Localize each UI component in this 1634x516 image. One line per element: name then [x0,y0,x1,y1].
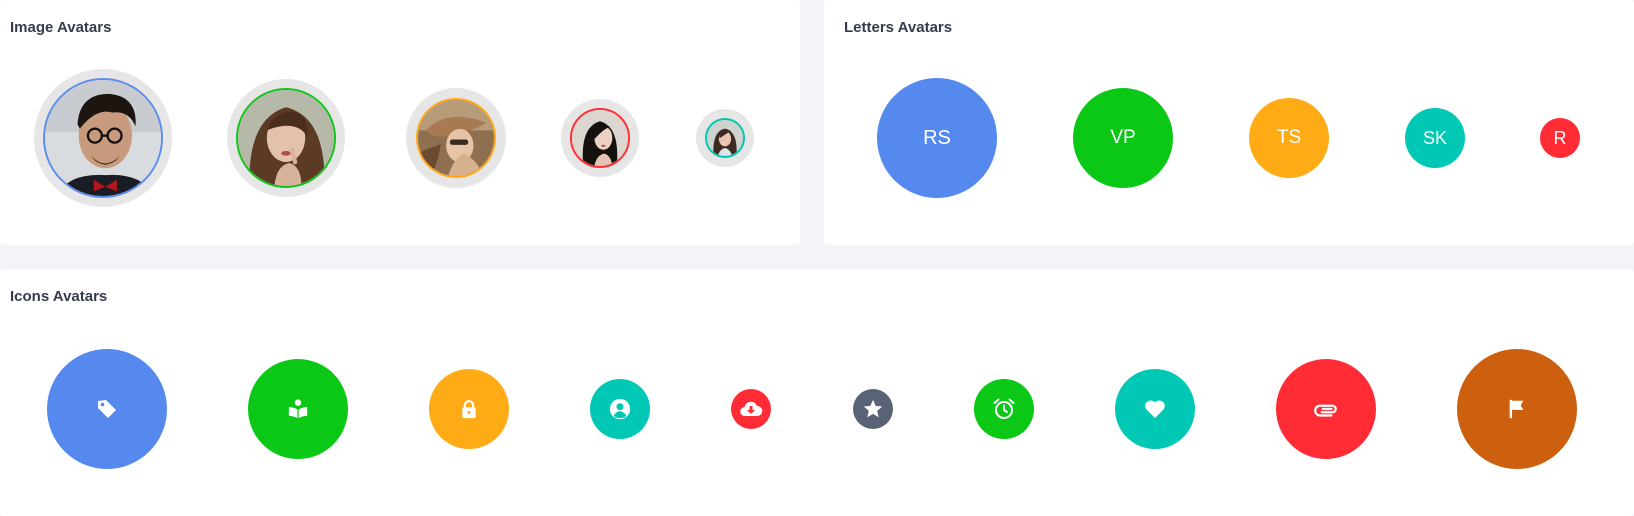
avatar-initials: TS [1276,127,1302,148]
letter-avatar-ts[interactable]: TS [1249,98,1329,178]
icon-avatar-heart[interactable] [1115,369,1195,449]
tag-icon [98,400,116,418]
avatar-photo [416,98,496,178]
icon-avatar-alarm[interactable] [974,379,1034,439]
book-reader-icon [288,399,308,419]
cloud-download-icon [740,401,763,417]
woman-brown-hair-portrait [238,90,334,186]
avatar-small-portrait[interactable] [696,109,754,167]
image-avatars-title: Image Avatars [10,19,112,36]
avatar-initials: VP [1110,127,1136,148]
icon-avatar-paperclip[interactable] [1276,359,1376,459]
letter-avatar-sk[interactable]: SK [1405,108,1465,168]
letter-avatar-vp[interactable]: VP [1073,88,1173,188]
icon-avatar-user[interactable] [590,379,650,439]
woman-hat-portrait [418,100,494,176]
small-portrait [707,120,743,156]
paperclip-icon [1314,404,1337,417]
avatar-initials: R [1553,127,1567,148]
man-glasses-portrait [45,80,161,196]
icon-avatar-cloud-download[interactable] [731,389,771,429]
avatar-photo [705,118,745,158]
avatar-woman-hat[interactable] [406,88,506,188]
woman-dark-hair-portrait [572,110,628,166]
flag-icon [1509,399,1524,419]
letters-avatars-title: Letters Avatars [844,19,953,36]
user-circle-icon [609,398,631,420]
alarm-clock-icon [993,398,1015,419]
letter-avatar-r[interactable]: R [1540,118,1580,158]
avatar-initials: RS [923,126,951,149]
letter-avatar-rs[interactable]: RS [877,78,997,198]
avatar-photo [570,108,630,168]
icon-avatar-lock[interactable] [429,369,509,449]
icon-avatar-star[interactable] [853,389,893,429]
icon-avatar-tag[interactable] [47,349,167,469]
avatar-woman-brown-hair[interactable] [227,79,345,197]
icon-avatar-flag[interactable] [1457,349,1577,469]
icons-avatars-card: Icons Avatars [0,269,1634,516]
image-avatars-card: Image Avatars [0,0,800,245]
icons-avatars-title: Icons Avatars [10,288,108,305]
avatar-photo [43,78,163,198]
avatar-initials: SK [1422,127,1447,148]
star-icon [863,399,883,418]
icon-avatar-book-reader[interactable] [248,359,348,459]
avatar-woman-dark-hair[interactable] [561,99,639,177]
heart-icon [1145,400,1165,418]
avatar-man-glasses[interactable] [34,69,172,207]
letters-avatars-card: Letters Avatars RS VP TS SK R [824,0,1634,245]
avatar-photo [236,88,336,188]
lock-icon [462,400,476,419]
